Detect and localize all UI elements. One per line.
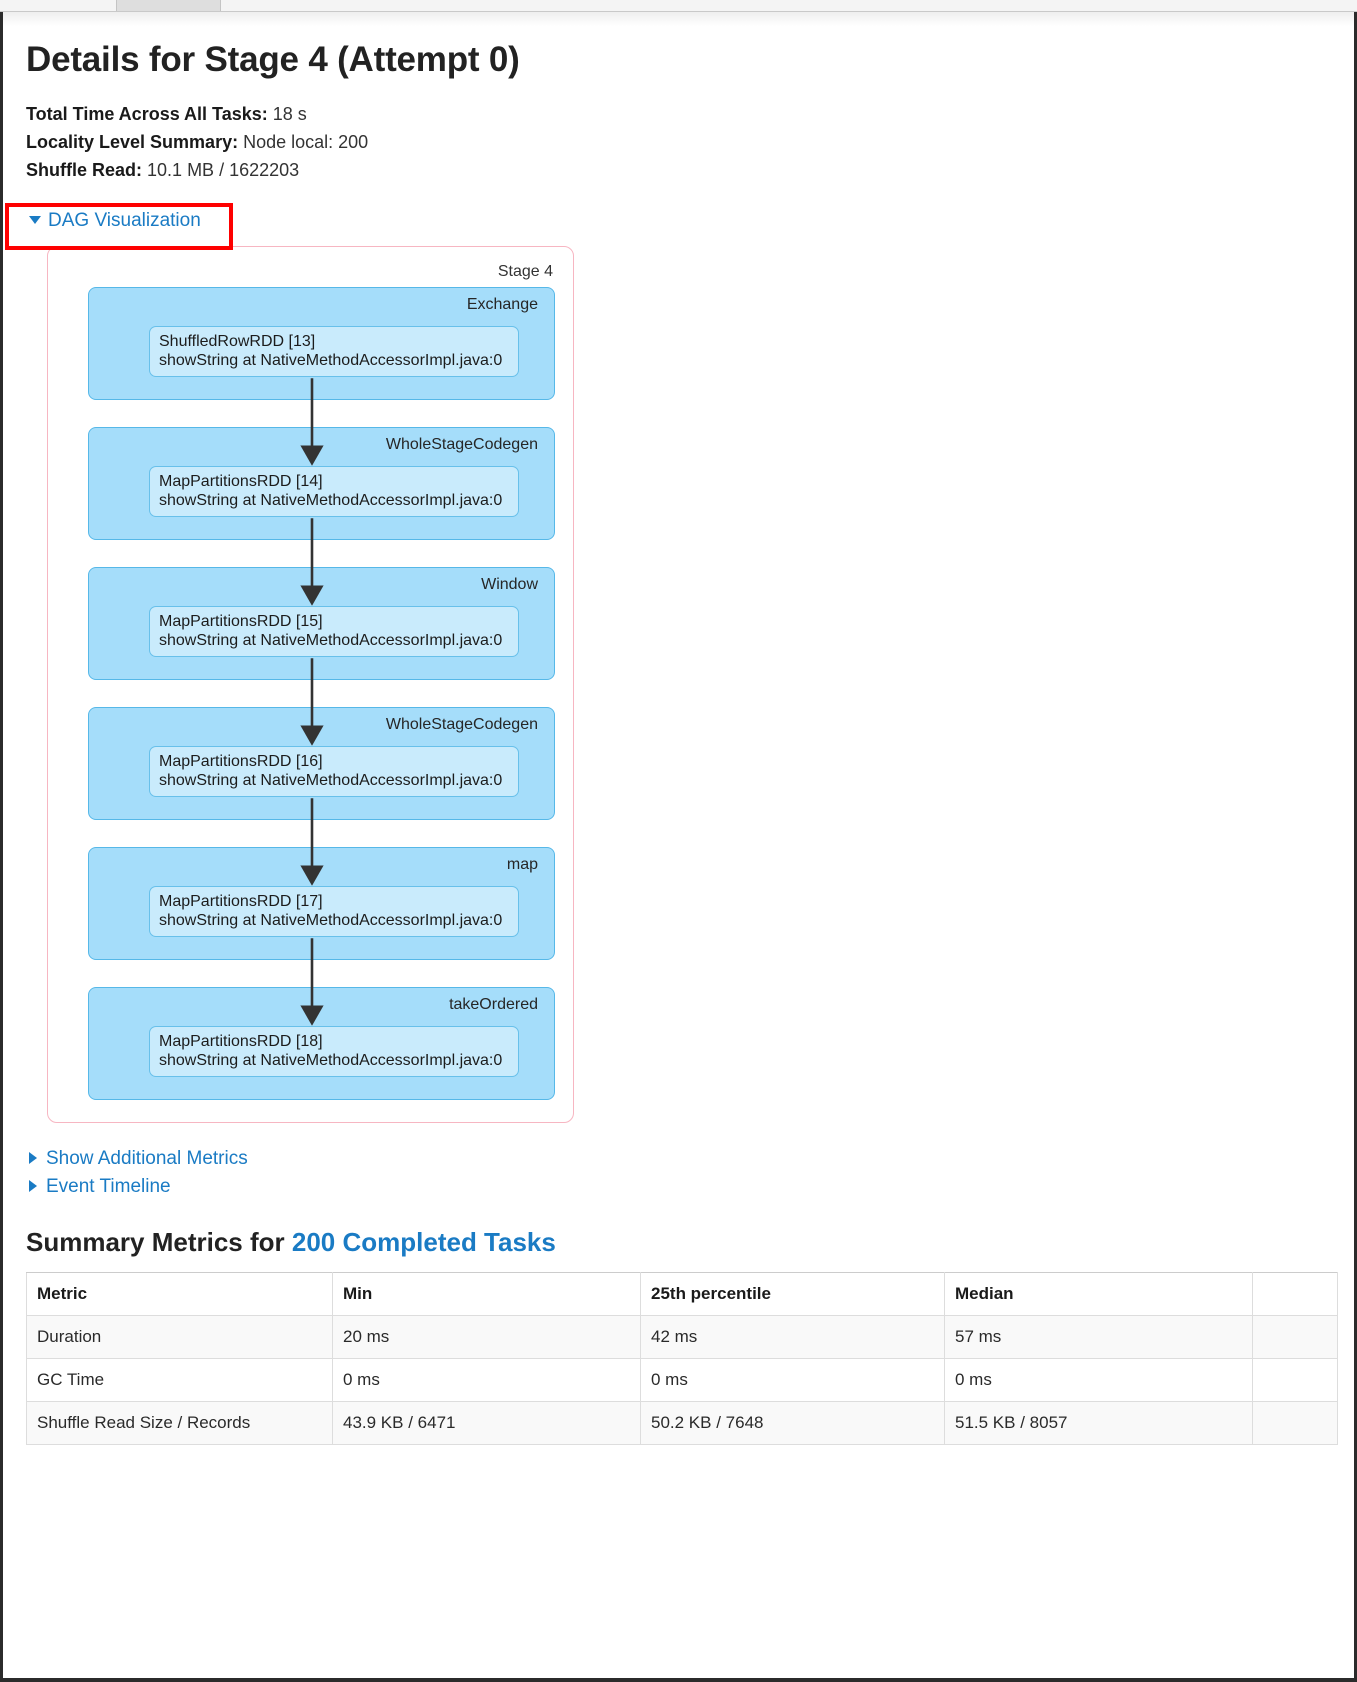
cell-median: 0 ms <box>944 1358 1253 1402</box>
column-header-min[interactable]: Min <box>332 1272 641 1316</box>
table-row: GC Time 0 ms 0 ms 0 ms <box>26 1358 1338 1402</box>
app-screenshot: Details for Stage 4 (Attempt 0) Total Ti… <box>0 0 1357 1682</box>
dag-rdd-callsite: showString at NativeMethodAccessorImpl.j… <box>159 772 503 789</box>
dag-rdd-node[interactable]: MapPartitionsRDD [14] showString at Nati… <box>149 466 519 517</box>
dag-rdd-title: MapPartitionsRDD [18] <box>159 1033 323 1050</box>
stage-summary: Total Time Across All Tasks: 18 s Locali… <box>26 100 1326 184</box>
dag-rdd-title: MapPartitionsRDD [16] <box>159 753 323 770</box>
dag-rdd-title: MapPartitionsRDD [14] <box>159 473 323 490</box>
dag-scope-map: map MapPartitionsRDD [17] showString at … <box>88 847 555 960</box>
event-timeline-toggle[interactable]: Event Timeline <box>29 1173 1326 1201</box>
cell-25th: 42 ms <box>640 1315 945 1359</box>
cell-min: 0 ms <box>332 1358 641 1402</box>
dag-rdd-node[interactable]: MapPartitionsRDD [15] showString at Nati… <box>149 606 519 657</box>
dag-scope-exchange: Exchange ShuffledRowRDD [13] showString … <box>88 287 555 400</box>
summary-metrics-heading: Summary Metrics for 200 Completed Tasks <box>26 1227 1326 1258</box>
dag-rdd-node[interactable]: MapPartitionsRDD [18] showString at Nati… <box>149 1026 519 1077</box>
summary-value: Node local: 200 <box>243 132 369 152</box>
dag-scope-wholestagecodegen-2: WholeStageCodegen MapPartitionsRDD [16] … <box>88 707 555 820</box>
dag-visualization-toggle-label: DAG Visualization <box>48 210 201 231</box>
dag-rdd-callsite: showString at NativeMethodAccessorImpl.j… <box>159 352 503 369</box>
table-header-row: Metric Min 25th percentile Median <box>26 1272 1338 1316</box>
dag-rdd-node[interactable]: ShuffledRowRDD [13] showString at Native… <box>149 326 519 377</box>
event-timeline-label: Event Timeline <box>46 1176 171 1197</box>
dag-stage-label: Stage 4 <box>497 263 553 280</box>
page-title: Details for Stage 4 (Attempt 0) <box>26 40 520 79</box>
dag-scope-takeordered: takeOrdered MapPartitionsRDD [18] showSt… <box>88 987 555 1100</box>
dag-scope-label: Window <box>481 576 538 593</box>
cell-median: 57 ms <box>944 1315 1253 1359</box>
dag-scope-label: takeOrdered <box>449 996 538 1013</box>
cell-min: 20 ms <box>332 1315 641 1359</box>
caret-right-icon <box>29 1151 37 1164</box>
column-header-25th-percentile[interactable]: 25th percentile <box>640 1272 945 1316</box>
dag-scope-label: Exchange <box>466 296 538 313</box>
dag-rdd-node[interactable]: MapPartitionsRDD [16] showString at Nati… <box>149 746 519 797</box>
summary-label: Locality Level Summary: <box>26 132 239 152</box>
summary-label: Total Time Across All Tasks: <box>26 104 268 124</box>
cell-overflow <box>1252 1401 1338 1445</box>
dag-rdd-callsite: showString at NativeMethodAccessorImpl.j… <box>159 912 503 929</box>
cell-metric: GC Time <box>26 1358 333 1402</box>
page-content: Details for Stage 4 (Attempt 0) Total Ti… <box>26 26 1338 1445</box>
summary-label: Shuffle Read: <box>26 160 143 180</box>
chrome-shadow <box>0 12 1357 26</box>
column-header-median[interactable]: Median <box>944 1272 1253 1316</box>
summary-value: 18 s <box>272 104 307 124</box>
browser-tab-strip <box>0 0 1357 12</box>
dag-scope-wholestagecodegen-1: WholeStageCodegen MapPartitionsRDD [14] … <box>88 427 555 540</box>
dag-rdd-callsite: showString at NativeMethodAccessorImpl.j… <box>159 1052 503 1069</box>
show-additional-metrics-toggle[interactable]: Show Additional Metrics <box>29 1145 1326 1173</box>
cell-overflow <box>1252 1358 1338 1402</box>
page-left-border <box>0 12 3 1682</box>
dag-rdd-title: MapPartitionsRDD [17] <box>159 893 323 910</box>
dag-rdd-node[interactable]: MapPartitionsRDD [17] showString at Nati… <box>149 886 519 937</box>
dag-rdd-callsite: showString at NativeMethodAccessorImpl.j… <box>159 632 503 649</box>
caret-right-icon <box>29 1179 37 1192</box>
cell-metric: Shuffle Read Size / Records <box>26 1401 333 1445</box>
cell-25th: 50.2 KB / 7648 <box>640 1401 945 1445</box>
summary-line-locality: Locality Level Summary: Node local: 200 <box>26 128 1326 156</box>
dag-visualization-toggle-row: DAG Visualization <box>26 206 1326 236</box>
summary-value: 10.1 MB / 1622203 <box>147 160 300 180</box>
cell-metric: Duration <box>26 1315 333 1359</box>
column-header-metric[interactable]: Metric <box>26 1272 333 1316</box>
cell-overflow <box>1252 1315 1338 1359</box>
dag-visualization-panel: Stage 4 Exchange ShuffledRowRDD [13] sho… <box>47 246 574 1123</box>
dag-rdd-title: MapPartitionsRDD [15] <box>159 613 323 630</box>
completed-tasks-link[interactable]: 200 Completed Tasks <box>292 1227 556 1257</box>
summary-line-total-time: Total Time Across All Tasks: 18 s <box>26 100 1326 128</box>
dag-scope-label: WholeStageCodegen <box>385 716 538 733</box>
browser-active-tab[interactable] <box>116 0 221 11</box>
table-row: Shuffle Read Size / Records 43.9 KB / 64… <box>26 1401 1338 1445</box>
summary-line-shuffle-read: Shuffle Read: 10.1 MB / 1622203 <box>26 156 1326 184</box>
dag-scope-window: Window MapPartitionsRDD [15] showString … <box>88 567 555 680</box>
column-header-overflow[interactable] <box>1252 1272 1338 1316</box>
cell-min: 43.9 KB / 6471 <box>332 1401 641 1445</box>
table-row: Duration 20 ms 42 ms 57 ms <box>26 1315 1338 1359</box>
show-additional-metrics-label: Show Additional Metrics <box>46 1148 248 1169</box>
cell-25th: 0 ms <box>640 1358 945 1402</box>
bottom-disclosure-links: Show Additional Metrics Event Timeline <box>26 1145 1326 1201</box>
dag-scope-label: map <box>506 856 538 873</box>
summary-metrics-table: Metric Min 25th percentile Median Durati… <box>26 1272 1338 1445</box>
caret-down-icon <box>29 215 41 224</box>
dag-rdd-callsite: showString at NativeMethodAccessorImpl.j… <box>159 492 503 509</box>
summary-metrics-heading-prefix: Summary Metrics for <box>26 1227 292 1257</box>
cell-median: 51.5 KB / 8057 <box>944 1401 1253 1445</box>
dag-rdd-title: ShuffledRowRDD [13] <box>159 333 316 350</box>
dag-scope-label: WholeStageCodegen <box>385 436 538 453</box>
page-bottom-border <box>0 1678 1357 1682</box>
dag-visualization-toggle[interactable]: DAG Visualization <box>29 206 1326 236</box>
